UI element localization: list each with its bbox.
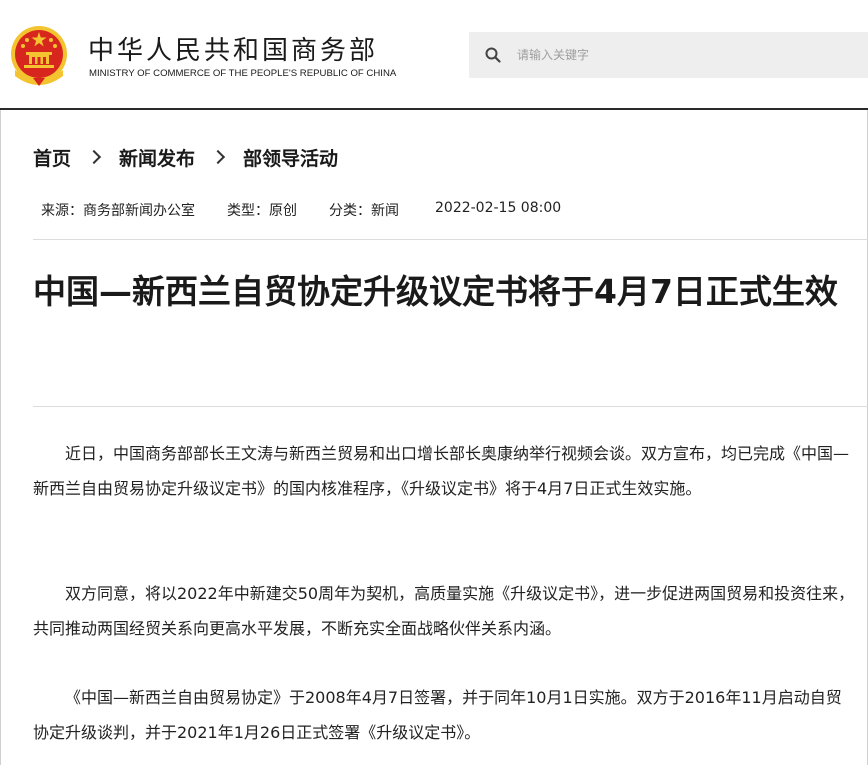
- search-input[interactable]: [517, 32, 857, 78]
- breadcrumb-home-link[interactable]: 首页: [33, 144, 71, 171]
- chevron-right-icon: [210, 149, 226, 165]
- meta-type: 类型：原创: [227, 203, 297, 219]
- chevron-right-icon: [86, 149, 102, 165]
- article-paragraph: 近日，中国商务部部长王文涛与新西兰贸易和出口增长部长奥康纳举行视频会谈。双方宣布…: [33, 444, 850, 498]
- ministry-name-cn[interactable]: 中华人民共和国商务部: [88, 30, 378, 67]
- meta-source: 来源：商务部新闻办公室: [41, 203, 195, 219]
- divider: [33, 406, 868, 407]
- ministry-name-en: MINISTRY OF COMMERCE OF THE PEOPLE'S REP…: [89, 68, 397, 79]
- meta-category: 分类：新闻: [329, 203, 399, 219]
- breadcrumb: 首页 新闻发布 部领导活动: [33, 144, 338, 171]
- article-paragraph: 双方同意，将以2022年中新建交50周年为契机，高质量实施《升级议定书》，进一步…: [33, 584, 855, 638]
- divider: [33, 239, 868, 240]
- search-box: [469, 32, 868, 78]
- breadcrumb-news-link[interactable]: 新闻发布: [119, 144, 195, 171]
- breadcrumb-leadership-link[interactable]: 部领导活动: [243, 144, 338, 171]
- article-title: 中国—新西兰自贸协定升级议定书将于4月7日正式生效: [33, 272, 838, 311]
- site-header: 中华人民共和国商务部 MINISTRY OF COMMERCE OF THE P…: [0, 0, 868, 110]
- article-paragraph: 《中国—新西兰自由贸易协定》于2008年4月7日签署，并于同年10月1日实施。双…: [33, 688, 842, 742]
- national-emblem-icon[interactable]: [9, 24, 69, 88]
- search-icon[interactable]: [485, 47, 501, 63]
- article-meta: 来源：商务部新闻办公室 类型：原创 分类：新闻 2022-02-15 08:00: [41, 200, 561, 220]
- article-container: 首页 新闻发布 部领导活动 来源：商务部新闻办公室 类型：原创 分类：新闻 20…: [0, 110, 868, 765]
- meta-date: 2022-02-15 08:00: [435, 200, 562, 216]
